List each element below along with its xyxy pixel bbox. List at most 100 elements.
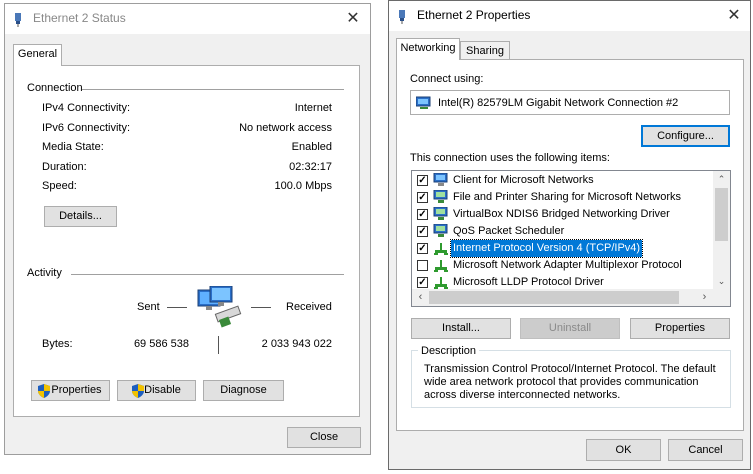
item-checkbox[interactable]: ✓	[417, 243, 428, 254]
configure-button[interactable]: Configure...	[641, 125, 730, 147]
tab-general-label: General	[17, 48, 58, 60]
received-label: Received	[286, 301, 332, 313]
status-properties-button[interactable]: Properties	[31, 380, 110, 401]
item-checkbox[interactable]: ✓	[417, 192, 428, 203]
diagnose-label: Diagnose	[220, 384, 267, 396]
uninstall-label: Uninstall	[548, 322, 592, 334]
connection-heading: Connection	[27, 82, 83, 94]
scroll-left-icon[interactable]: ‹	[412, 289, 429, 306]
status-general-panel: Connection IPv4 Connectivity: Internet I…	[13, 65, 360, 417]
network-adapter-icon	[416, 96, 431, 109]
install-label: Install...	[442, 322, 480, 334]
details-button-label: Details...	[59, 210, 102, 222]
properties-close-icon[interactable]: ✕	[723, 5, 745, 27]
networking-panel: Connect using: Intel(R) 82579LM Gigabit …	[396, 59, 744, 431]
activity-divider	[71, 274, 344, 275]
description-text: Transmission Control Protocol/Internet P…	[424, 363, 716, 401]
shield-icon	[132, 384, 144, 398]
status-window-title: Ethernet 2 Status	[33, 11, 126, 25]
item-checkbox[interactable]: ✓	[417, 209, 428, 220]
tab-sharing[interactable]: Sharing	[460, 41, 510, 61]
list-item-selected[interactable]: ✓ Internet Protocol Version 4 (TCP/IPv4)	[417, 239, 707, 258]
scroll-thumb[interactable]	[715, 188, 728, 241]
status-close-icon[interactable]: ✕	[342, 8, 364, 30]
connect-using-label: Connect using:	[410, 73, 484, 85]
list-item[interactable]: ✓ File and Printer Sharing for Microsoft…	[417, 189, 707, 206]
protocol-icon	[434, 243, 448, 255]
duration-label: Duration:	[42, 161, 87, 173]
cancel-button[interactable]: Cancel	[668, 439, 743, 461]
properties-titlebar[interactable]: Ethernet 2 Properties ✕	[389, 1, 750, 31]
properties-window: Ethernet 2 Properties ✕ Networking Shari…	[388, 0, 751, 470]
ethernet-icon	[399, 10, 405, 24]
tab-general[interactable]: General	[13, 44, 62, 66]
ipv6-label: IPv6 Connectivity:	[42, 122, 131, 134]
network-client-icon	[433, 173, 448, 186]
item-checkbox[interactable]: ✓	[417, 175, 428, 186]
ok-button[interactable]: OK	[586, 439, 661, 461]
list-item[interactable]: ✓ Client for Microsoft Networks	[417, 172, 707, 189]
vertical-scrollbar[interactable]: ⌃ ⌄	[713, 171, 730, 290]
status-close-label: Close	[309, 431, 339, 443]
ethernet-icon	[15, 13, 21, 27]
duration-value: 02:32:17	[289, 161, 332, 173]
description-heading: Description	[418, 345, 480, 357]
item-label: Microsoft Network Adapter Multiplexor Pr…	[453, 259, 682, 271]
tab-networking-label: Networking	[400, 42, 456, 54]
media-state-label: Media State:	[42, 141, 104, 153]
network-service-icon	[433, 207, 448, 220]
components-list[interactable]: ✓ Client for Microsoft Networks ✓ File a…	[411, 170, 731, 307]
ipv6-value: No network access	[239, 122, 332, 134]
bytes-label: Bytes:	[42, 338, 73, 350]
details-button[interactable]: Details...	[44, 206, 117, 227]
connection-divider	[82, 89, 344, 90]
sent-label: Sent	[137, 301, 160, 313]
network-service-icon	[433, 190, 448, 203]
item-label: File and Printer Sharing for Microsoft N…	[453, 191, 682, 203]
configure-label: Configure...	[657, 130, 714, 142]
network-activity-icon	[197, 286, 242, 328]
status-close-button[interactable]: Close	[287, 427, 361, 448]
uninstall-button[interactable]: Uninstall	[520, 318, 620, 339]
network-service-icon	[433, 224, 448, 237]
item-properties-button[interactable]: Properties	[630, 318, 730, 339]
scroll-up-icon[interactable]: ⌃	[713, 171, 730, 188]
install-button[interactable]: Install...	[411, 318, 511, 339]
activity-heading: Activity	[27, 267, 62, 279]
item-checkbox[interactable]: ✓	[417, 277, 428, 288]
cancel-label: Cancel	[688, 444, 723, 456]
scroll-down-icon[interactable]: ⌄	[713, 273, 730, 290]
list-item[interactable]: ✓ VirtualBox NDIS6 Bridged Networking Dr…	[417, 206, 707, 223]
bytes-sent-value: 69 586 538	[133, 338, 189, 350]
item-label: Internet Protocol Version 4 (TCP/IPv4)	[449, 239, 644, 258]
description-group: Description Transmission Control Protoco…	[411, 345, 731, 408]
item-label: Client for Microsoft Networks	[453, 174, 594, 186]
disable-button[interactable]: Disable	[117, 380, 196, 401]
speed-value: 100.0 Mbps	[274, 180, 332, 192]
ok-label: OK	[615, 444, 632, 456]
received-line	[251, 307, 271, 308]
item-checkbox[interactable]	[417, 260, 428, 271]
protocol-icon	[434, 277, 448, 289]
sent-line	[167, 307, 187, 308]
list-item[interactable]: Microsoft Network Adapter Multiplexor Pr…	[417, 257, 707, 274]
tab-sharing-label: Sharing	[466, 45, 504, 57]
list-item[interactable]: ✓ QoS Packet Scheduler	[417, 223, 707, 240]
bytes-received-value: 2 033 943 022	[261, 338, 332, 350]
adapter-box: Intel(R) 82579LM Gigabit Network Connect…	[410, 90, 730, 115]
item-label: VirtualBox NDIS6 Bridged Networking Driv…	[453, 208, 670, 220]
scroll-right-icon[interactable]: ›	[696, 289, 713, 306]
item-label: QoS Packet Scheduler	[453, 225, 565, 237]
tab-networking[interactable]: Networking	[396, 38, 460, 60]
media-state-value: Enabled	[291, 141, 332, 153]
item-checkbox[interactable]: ✓	[417, 226, 428, 237]
properties-window-title: Ethernet 2 Properties	[417, 8, 531, 22]
protocol-icon	[434, 260, 448, 272]
status-window: Ethernet 2 Status ✕ General Connection I…	[4, 3, 371, 455]
bytes-divider	[218, 336, 219, 354]
diagnose-button[interactable]: Diagnose	[203, 380, 284, 401]
ipv4-value: Internet	[294, 102, 332, 114]
horizontal-scrollbar[interactable]: ‹ ›	[412, 289, 730, 306]
hscroll-thumb[interactable]	[429, 291, 679, 304]
status-titlebar[interactable]: Ethernet 2 Status ✕	[5, 4, 370, 34]
